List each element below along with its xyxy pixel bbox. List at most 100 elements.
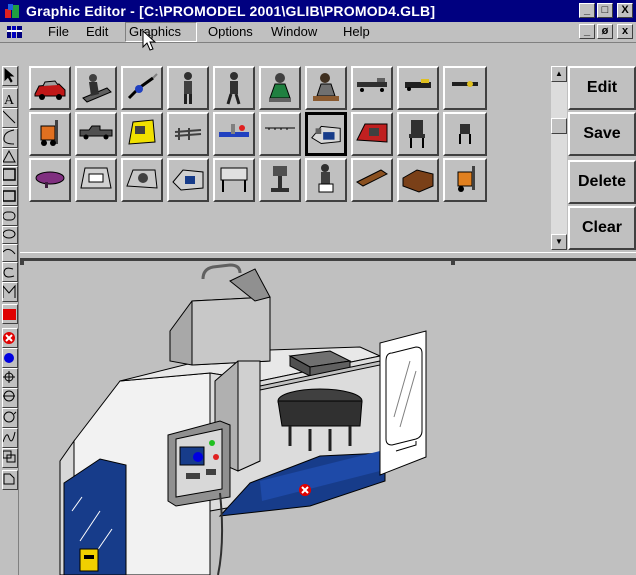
- graphic-editor-window: Graphic Editor - [C:\PROMODEL 2001\GLIB\…: [0, 0, 636, 575]
- menu-edit[interactable]: Edit: [83, 22, 111, 42]
- blue-assembly-icon: [219, 124, 249, 137]
- library-cell-cnc-machine[interactable]: [305, 112, 347, 156]
- library-cell-forklift-orange[interactable]: [443, 158, 487, 202]
- tool-import[interactable]: [2, 470, 18, 490]
- title-bar[interactable]: Graphic Editor - [C:\PROMODEL 2001\GLIB\…: [0, 0, 636, 22]
- tool-rectangle[interactable]: [2, 166, 18, 186]
- tool-rotate[interactable]: [2, 368, 18, 388]
- menu-file[interactable]: File: [45, 22, 72, 42]
- window-title: Graphic Editor - [C:\PROMODEL 2001\GLIB\…: [26, 3, 436, 19]
- library-scrollbar[interactable]: ▲ ▼: [551, 66, 567, 250]
- yellow-press-icon: [128, 119, 156, 145]
- rail-icon: [265, 127, 295, 130]
- library-cell-milling-center[interactable]: [167, 158, 209, 202]
- tool-text[interactable]: [2, 88, 18, 108]
- library-cell-pallet-jack[interactable]: [397, 66, 439, 110]
- library-cell-red-machine[interactable]: [351, 112, 393, 156]
- workbench-icon: [220, 167, 248, 192]
- pallet-jack-icon: [405, 79, 431, 91]
- tool-arc[interactable]: [2, 128, 18, 148]
- tool-curve[interactable]: [2, 244, 18, 262]
- tool-polygon[interactable]: [2, 282, 18, 302]
- library-cell-flatbed-cart[interactable]: [351, 66, 393, 110]
- library-cell-pickup-truck[interactable]: [75, 112, 117, 156]
- library-cell-forklift[interactable]: [29, 112, 71, 156]
- seated-worker-green-icon: [269, 73, 291, 102]
- library-cell-extra-2[interactable]: [443, 112, 487, 156]
- menu-window[interactable]: Window: [268, 22, 320, 42]
- tool-step[interactable]: [2, 388, 18, 408]
- chair-icon: [409, 120, 425, 148]
- forklift-icon: [40, 120, 58, 146]
- menu-options[interactable]: Options: [205, 22, 256, 42]
- tool-spiral[interactable]: [2, 262, 18, 282]
- doc-close-button[interactable]: x: [617, 24, 633, 39]
- tool-triangle[interactable]: [2, 148, 18, 166]
- mouse-cursor-icon: [142, 30, 157, 51]
- library-cell-lathe[interactable]: [75, 158, 117, 202]
- app-icon: [5, 4, 19, 18]
- scroll-up-button[interactable]: ▲: [551, 66, 567, 82]
- library-cell-drill-press[interactable]: [259, 158, 301, 202]
- minimize-button[interactable]: _: [579, 3, 595, 18]
- menu-help[interactable]: Help: [340, 22, 373, 42]
- worker-walking-icon: [226, 72, 241, 105]
- delete-button[interactable]: Delete: [568, 160, 636, 204]
- library-cell-rail[interactable]: [259, 112, 301, 156]
- tool-filled-rectangle[interactable]: [2, 186, 18, 206]
- library-cell-seated-worker-desk[interactable]: [305, 66, 347, 110]
- library-cell-chair[interactable]: [397, 112, 439, 156]
- close-button[interactable]: X: [617, 3, 633, 18]
- library-cell-purple-table[interactable]: [29, 158, 71, 202]
- library-cell-seated-operator[interactable]: [305, 158, 347, 202]
- library-cell-extra-1[interactable]: [443, 66, 487, 110]
- library-cell-welding-robot[interactable]: [121, 66, 163, 110]
- library-cell-desk[interactable]: [397, 158, 439, 202]
- scroll-thumb[interactable]: [551, 118, 567, 134]
- library-cell-yellow-press[interactable]: [121, 112, 163, 156]
- edit-button[interactable]: Edit: [568, 66, 636, 110]
- stool-icon: [459, 124, 471, 144]
- document-icon[interactable]: [6, 24, 24, 40]
- tool-group[interactable]: [2, 448, 18, 468]
- conveyor-operator-icon: [82, 74, 112, 103]
- library-cell-wooden-table[interactable]: [351, 158, 393, 202]
- tool-point[interactable]: [2, 348, 18, 368]
- menu-edit-label: Edit: [86, 24, 109, 39]
- tool-circle[interactable]: [2, 408, 18, 428]
- scroll-down-button[interactable]: ▼: [551, 234, 567, 250]
- save-button[interactable]: Save: [568, 112, 636, 156]
- tool-fill-color[interactable]: [2, 304, 18, 324]
- rack-icon: [174, 128, 202, 140]
- tool-pointer[interactable]: [2, 66, 18, 86]
- library-cell-workbench[interactable]: [213, 158, 255, 202]
- desk-icon: [402, 169, 434, 193]
- drawing-canvas[interactable]: [20, 258, 636, 575]
- drawing-toolbar: A: [0, 66, 19, 575]
- clear-button[interactable]: Clear: [568, 206, 636, 250]
- tool-rounded-rectangle[interactable]: [2, 206, 18, 226]
- toolbar-buttons: [0, 66, 19, 575]
- library-cell-car[interactable]: [29, 66, 71, 110]
- library-cell-worker-walking[interactable]: [213, 66, 255, 110]
- red-machine-icon: [356, 123, 388, 143]
- tool-freehand[interactable]: [2, 428, 18, 448]
- maximize-button[interactable]: □: [597, 3, 613, 18]
- turning-center-icon: [126, 169, 158, 189]
- seated-worker-desk-icon: [313, 73, 339, 101]
- library-cell-seated-worker-green[interactable]: [259, 66, 301, 110]
- tool-line[interactable]: [2, 108, 18, 128]
- library-cell-turning-center[interactable]: [121, 158, 163, 202]
- tool-ellipse[interactable]: [2, 226, 18, 244]
- library-cell-conveyor-operator[interactable]: [75, 66, 117, 110]
- doc-restore-button[interactable]: ø: [597, 24, 613, 39]
- tool-delete-point[interactable]: [2, 328, 18, 348]
- lathe-icon: [80, 167, 112, 189]
- doc-minimize-button[interactable]: _: [579, 24, 595, 39]
- library-cell-blue-assembly[interactable]: [213, 112, 255, 156]
- menu-graphics[interactable]: Graphics: [125, 22, 197, 42]
- library-cell-rack[interactable]: [167, 112, 209, 156]
- menu-options-label: Options: [208, 24, 253, 39]
- forklift-orange-icon: [457, 166, 475, 192]
- library-cell-worker-standing[interactable]: [167, 66, 209, 110]
